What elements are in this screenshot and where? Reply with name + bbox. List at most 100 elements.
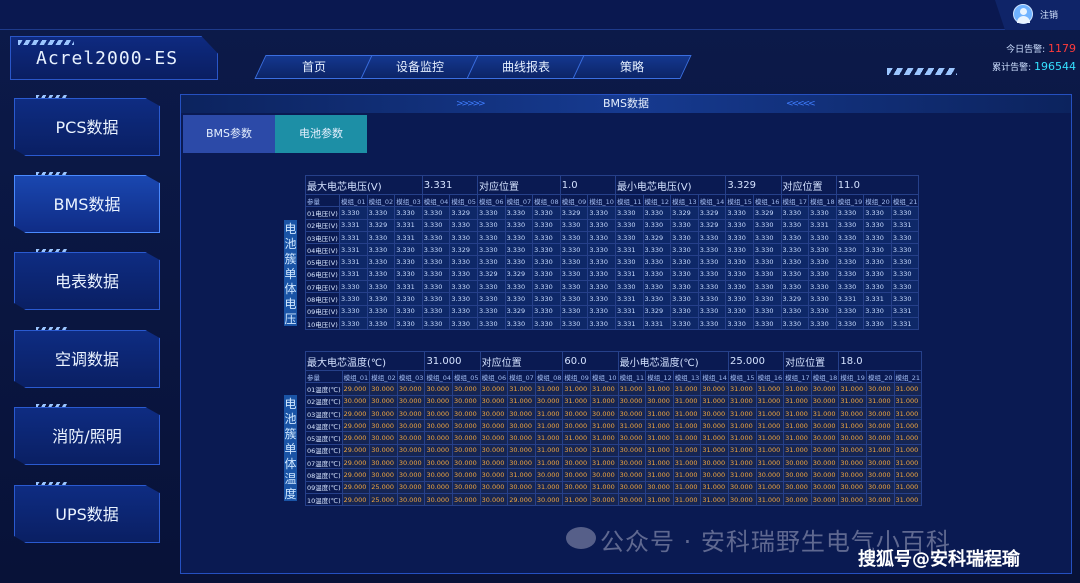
tab-bms-params[interactable]: BMS参数 — [183, 115, 275, 153]
cell-value: 3.330 — [835, 255, 865, 269]
cell-value: 31.000 — [727, 443, 757, 458]
column-header: 模组_21 — [893, 369, 923, 384]
row-label: 10温度(℃) — [305, 492, 343, 507]
cell-value: 3.330 — [339, 292, 368, 306]
cell-value: 3.329 — [449, 243, 478, 257]
sidebar-item-ups[interactable]: UPS数据 — [14, 485, 160, 543]
sidebar-item-pcs[interactable]: PCS数据 — [14, 98, 160, 156]
cell-value: 29.000 — [341, 443, 371, 458]
cell-value: 30.000 — [479, 456, 509, 470]
cell-value: 3.330 — [725, 304, 754, 318]
cell-value: 31.000 — [672, 394, 702, 408]
cell-value: 29.000 — [341, 492, 371, 507]
cell-value: 31.000 — [507, 382, 536, 396]
cell-value: 31.000 — [562, 394, 591, 408]
cell-value: 30.000 — [479, 394, 509, 408]
cell-value: 30.000 — [369, 382, 398, 396]
cell-value: 3.330 — [835, 304, 865, 318]
cell-value: 3.330 — [421, 267, 451, 282]
cell-value: 3.330 — [339, 206, 368, 220]
cell-value: 3.330 — [559, 316, 589, 331]
cell-value: 31.000 — [672, 431, 702, 445]
corner-cell: 参量 — [305, 369, 343, 384]
column-header: 模组_06 — [479, 369, 509, 384]
column-header: 模组_13 — [670, 193, 699, 208]
column-header: 模组_08 — [532, 193, 561, 208]
summary-min-label: 最小电芯电压(V) — [614, 175, 727, 195]
cell-value: 31.000 — [700, 443, 729, 458]
cell-value: 3.330 — [863, 230, 892, 245]
total-alarm[interactable]: 累计告警: 196544 — [992, 60, 1076, 73]
cell-value: 3.331 — [614, 304, 644, 318]
cell-value: 31.000 — [590, 382, 619, 396]
cell-value: 30.000 — [534, 468, 564, 482]
sidebar-item-bms[interactable]: BMS数据 — [14, 175, 160, 233]
cell-value: 31.000 — [783, 443, 812, 458]
cell-value: 30.000 — [396, 456, 426, 470]
cell-value: 30.000 — [562, 443, 591, 458]
sidebar-item-meter[interactable]: 电表数据 — [14, 252, 160, 310]
cell-value: 31.000 — [590, 443, 619, 458]
row-label: 06温度(℃) — [305, 443, 343, 458]
cell-value: 30.000 — [590, 468, 619, 482]
sidebar-item-fire-lighting[interactable]: 消防/照明 — [14, 407, 160, 465]
nav-strategy[interactable]: 策略 — [572, 55, 692, 79]
cell-value: 3.330 — [780, 304, 810, 318]
sidebar-item-aircon[interactable]: 空调数据 — [14, 330, 160, 388]
cell-value: 3.331 — [890, 218, 920, 232]
cell-value: 3.330 — [559, 255, 589, 269]
cell-value: 30.000 — [507, 431, 536, 445]
cell-value: 3.330 — [670, 255, 699, 269]
cell-value: 3.330 — [697, 255, 727, 269]
cell-value: 30.000 — [810, 456, 840, 470]
cell-value: 31.000 — [865, 394, 895, 408]
logout-link[interactable]: 注销 — [1040, 8, 1058, 21]
cell-value: 3.330 — [890, 280, 920, 294]
today-alarm[interactable]: 今日告警: 1179 — [1006, 42, 1076, 55]
cell-value: 31.000 — [755, 431, 785, 445]
user-icon[interactable] — [1013, 4, 1033, 24]
cell-value: 3.330 — [559, 243, 589, 257]
tab-battery-params[interactable]: 电池参数 — [275, 115, 367, 153]
cell-value: 3.330 — [863, 243, 892, 257]
sidebar-item-label: 空调数据 — [54, 350, 119, 369]
row-label: 04电压(V) — [305, 243, 340, 257]
cell-value: 30.000 — [783, 468, 812, 482]
cell-value: 3.330 — [670, 267, 699, 282]
cell-value: 30.000 — [396, 480, 426, 494]
cell-value: 30.000 — [700, 419, 729, 433]
cell-value: 30.000 — [727, 480, 757, 494]
summary-max-pos: 60.0 — [562, 351, 619, 371]
cell-value: 3.330 — [725, 292, 754, 306]
cell-value: 30.000 — [590, 406, 619, 421]
cell-value: 3.330 — [421, 304, 451, 318]
cell-value: 3.331 — [835, 292, 865, 306]
cell-value: 30.000 — [396, 382, 426, 396]
cell-value: 30.000 — [700, 456, 729, 470]
cell-value: 29.000 — [341, 431, 371, 445]
column-header: 模组_02 — [369, 369, 398, 384]
cell-value: 30.000 — [424, 492, 454, 507]
cell-value: 3.330 — [366, 316, 396, 331]
cell-value: 30.000 — [396, 468, 426, 482]
cell-value: 30.000 — [810, 468, 840, 482]
cell-value: 3.329 — [670, 206, 699, 220]
cell-value: 3.330 — [835, 218, 865, 232]
column-header: 模组_06 — [476, 193, 506, 208]
table-row: 06温度(℃) 29.000 30.000 30.000 30.000 30.000 30.… — [305, 443, 923, 458]
cell-value: 3.330 — [697, 267, 727, 282]
nav-home[interactable]: 首页 — [254, 55, 374, 79]
cell-value: 30.000 — [424, 406, 454, 421]
cell-value: 31.000 — [755, 382, 785, 396]
cell-value: 3.330 — [339, 304, 368, 318]
nav-curve-report[interactable]: 曲线报表 — [466, 55, 586, 79]
cell-value: 30.000 — [341, 394, 371, 408]
cell-value: 3.330 — [532, 230, 561, 245]
cell-value: 3.330 — [642, 243, 672, 257]
cell-value: 3.329 — [366, 218, 396, 232]
cell-value: 31.000 — [562, 431, 591, 445]
summary-max-value: 31.000 — [424, 351, 481, 371]
cell-value: 3.330 — [863, 280, 892, 294]
cell-value: 3.330 — [752, 255, 782, 269]
nav-device-monitor[interactable]: 设备监控 — [360, 55, 480, 79]
